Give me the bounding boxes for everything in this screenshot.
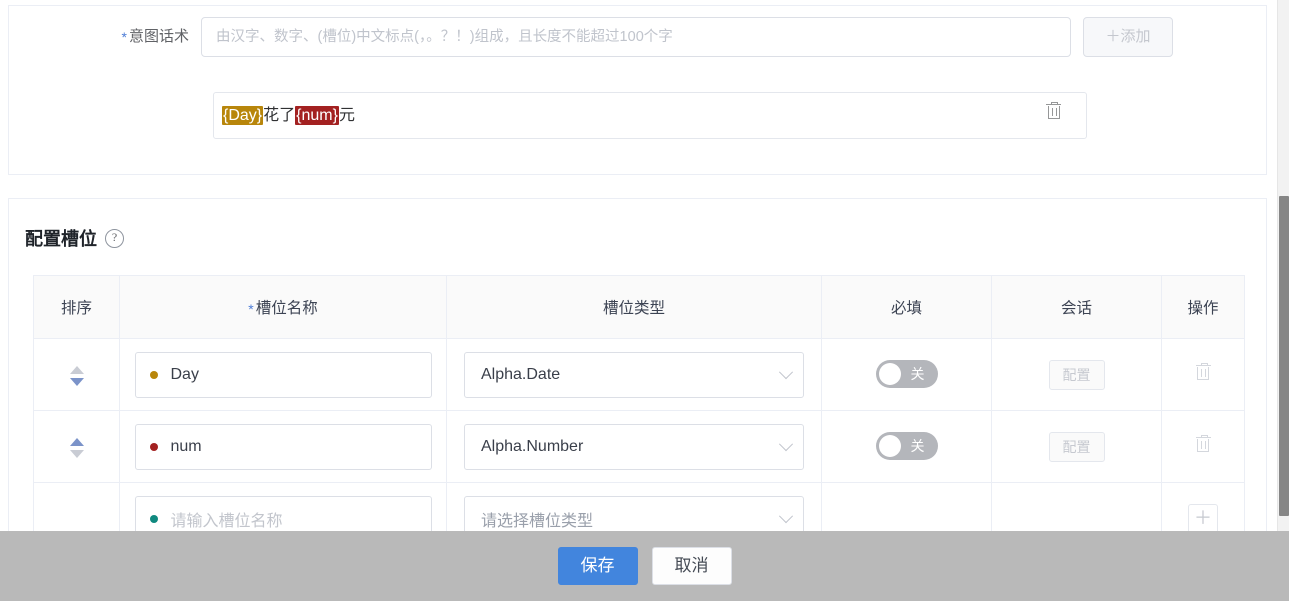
slot-name-placeholder: 请输入槽位名称 xyxy=(170,512,283,530)
cell-type: 请选择槽位类型 xyxy=(446,482,822,531)
sort-up-icon[interactable] xyxy=(69,438,84,446)
cell-order xyxy=(33,482,120,531)
required-toggle[interactable]: 关 xyxy=(875,432,938,460)
delete-row-button[interactable] xyxy=(1195,435,1211,457)
slot-type-placeholder: 请选择槽位类型 xyxy=(481,512,594,530)
slot-color-dot xyxy=(149,370,158,379)
column-header-required: 必填 xyxy=(821,275,992,339)
column-header-type: 槽位类型 xyxy=(446,275,822,339)
cell-type: Alpha.Date xyxy=(446,338,822,411)
slot-type-value: Alpha.Date xyxy=(481,365,561,383)
cell-name: 请输入槽位名称 xyxy=(119,482,447,531)
cell-required: 关 xyxy=(821,338,992,411)
cell-name: num xyxy=(119,410,447,483)
utterance-label-text: 意图话术 xyxy=(128,28,189,45)
cell-action xyxy=(1161,338,1245,411)
table-row: Day Alpha.Date 关 配置 xyxy=(33,338,1245,411)
sort-down-icon[interactable] xyxy=(69,450,84,458)
required-asterisk: * xyxy=(121,29,127,46)
row-sorter[interactable] xyxy=(69,436,84,460)
chevron-down-icon xyxy=(778,436,794,451)
sort-up-icon[interactable] xyxy=(69,366,84,374)
column-header-action: 操作 xyxy=(1161,275,1245,339)
slot-name-input[interactable]: Day xyxy=(134,351,432,398)
trash-icon xyxy=(1046,101,1061,120)
save-button[interactable]: 保存 xyxy=(557,547,638,585)
cell-action: ＋ xyxy=(1161,482,1245,531)
session-config-button[interactable]: 配置 xyxy=(1048,431,1105,462)
slot-type-select[interactable]: Alpha.Date xyxy=(464,351,804,398)
utterance-form-row: * 意图话术 由汉字、数字、(槽位)中文标点(，。？！)组成，且长度不能超过100… xyxy=(97,17,1173,57)
row-sorter[interactable] xyxy=(69,364,84,388)
toggle-label: 关 xyxy=(910,366,925,382)
slot-name-value: Day xyxy=(170,365,199,383)
vertical-scrollbar[interactable] xyxy=(1277,0,1289,531)
table-row: 请输入槽位名称 请选择槽位类型 ＋ xyxy=(33,482,1245,531)
toggle-label: 关 xyxy=(910,438,925,454)
column-header-session: 会话 xyxy=(991,275,1162,339)
trash-icon xyxy=(1195,435,1211,453)
session-config-button[interactable]: 配置 xyxy=(1048,359,1105,390)
utterance-plain-1: 花了 xyxy=(263,106,296,124)
page-scroll-area: * 意图话术 由汉字、数字、(槽位)中文标点(，。？！)组成，且长度不能超过100… xyxy=(0,0,1277,531)
utterance-list-item: {Day}花了{num}元 xyxy=(213,92,1087,139)
sort-down-icon[interactable] xyxy=(69,378,84,386)
column-header-order: 排序 xyxy=(33,275,120,339)
slot-type-select[interactable]: Alpha.Number xyxy=(464,423,804,470)
cell-order xyxy=(33,338,120,411)
cell-session: 配置 xyxy=(991,338,1162,411)
cancel-button[interactable]: 取消 xyxy=(651,547,732,585)
cell-type: Alpha.Number xyxy=(446,410,822,483)
scrollbar-thumb[interactable] xyxy=(1279,196,1289,516)
column-header-name-text: 槽位名称 xyxy=(255,300,318,317)
table-row: num Alpha.Number 关 配置 xyxy=(33,410,1245,483)
slot-tag-day: {Day} xyxy=(222,105,264,125)
utterance-input[interactable]: 由汉字、数字、(槽位)中文标点(，。？！)组成，且长度不能超过100个字 xyxy=(201,17,1071,57)
slot-name-value: num xyxy=(170,437,202,455)
slot-color-dot xyxy=(149,442,158,451)
cell-session: 配置 xyxy=(991,410,1162,483)
footer-action-bar: 保存 取消 xyxy=(0,531,1289,601)
utterance-plain-2: 元 xyxy=(338,106,355,124)
cell-name: Day xyxy=(119,338,447,411)
utterance-text: {Day}花了{num}元 xyxy=(222,105,1046,127)
chevron-down-icon xyxy=(778,364,794,379)
slots-table: 排序 * 槽位名称 槽位类型 必填 会话 操作 Day Alpha.Date 关… xyxy=(33,275,1245,531)
chevron-down-icon xyxy=(778,508,794,523)
required-toggle[interactable]: 关 xyxy=(875,360,938,388)
required-asterisk-name: * xyxy=(248,300,254,317)
column-header-name: * 槽位名称 xyxy=(119,275,447,339)
slot-type-value: Alpha.Number xyxy=(481,437,584,455)
delete-utterance-button[interactable] xyxy=(1046,101,1072,129)
toggle-knob xyxy=(878,363,901,385)
slot-tag-num: {num} xyxy=(295,105,339,125)
add-row-button[interactable]: ＋ xyxy=(1188,503,1218,531)
slots-title-text: 配置槽位 xyxy=(25,229,97,249)
question-circle-icon[interactable]: ? xyxy=(105,228,124,248)
delete-row-button[interactable] xyxy=(1195,363,1211,385)
cell-session xyxy=(991,482,1162,531)
trash-icon xyxy=(1195,363,1211,381)
slot-color-dot xyxy=(149,514,158,523)
slot-name-input[interactable]: num xyxy=(134,423,432,470)
utterance-label: * 意图话术 xyxy=(97,17,201,57)
slot-type-select[interactable]: 请选择槽位类型 xyxy=(464,495,804,531)
slots-section-title: 配置槽位 ? xyxy=(25,225,124,251)
cell-required xyxy=(821,482,992,531)
cell-action xyxy=(1161,410,1245,483)
toggle-knob xyxy=(878,435,901,457)
cell-order xyxy=(33,410,120,483)
add-utterance-button[interactable]: ＋添加 xyxy=(1083,17,1173,57)
slot-name-input[interactable]: 请输入槽位名称 xyxy=(134,495,432,531)
cell-required: 关 xyxy=(821,410,992,483)
table-header-row: 排序 * 槽位名称 槽位类型 必填 会话 操作 xyxy=(33,275,1245,339)
slots-card: 配置槽位 ? 排序 * 槽位名称 槽位类型 必填 会话 操作 Day Alpha… xyxy=(8,198,1267,531)
utterance-card: * 意图话术 由汉字、数字、(槽位)中文标点(，。？！)组成，且长度不能超过100… xyxy=(8,5,1267,175)
